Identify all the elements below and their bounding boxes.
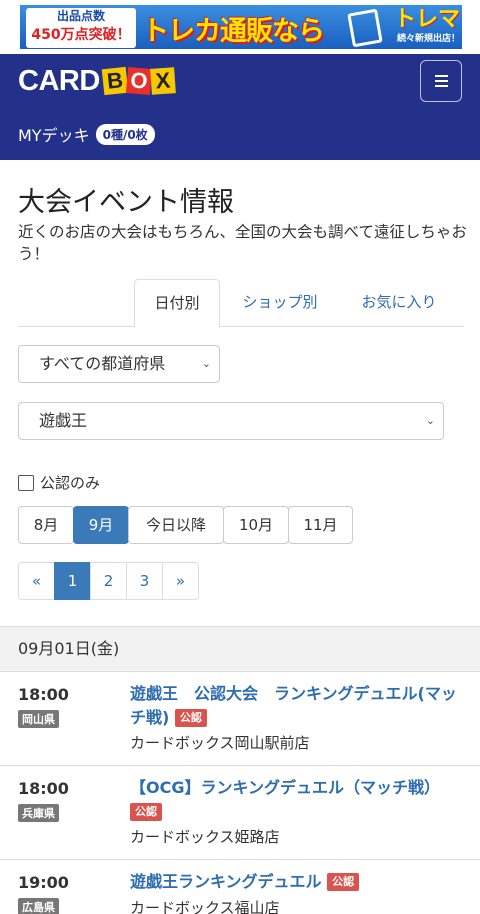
mydeck-link[interactable]: MYデッキ 0種/0枚 [18, 122, 155, 146]
prefecture-select-value: すべての都道府県 [39, 354, 166, 373]
event-title-link[interactable]: 【OCG】ランキングデュエル（マッチ戦） 公認 [130, 776, 465, 824]
chevron-down-icon: ⌄ [425, 414, 435, 427]
tab-by-shop[interactable]: ショップ別 [224, 279, 336, 327]
event-row[interactable]: 18:00 岡山県 遊戯王 公認大会 ランキングデュエル(マッチ戦) 公認 カー… [0, 672, 480, 766]
event-row[interactable]: 19:00 広島県 遊戯王ランキングデュエル 公認 カードボックス福山店 [0, 860, 480, 914]
event-prefecture-badge: 岡山県 [18, 710, 59, 728]
banner-subtext: 続々新規出店！ [396, 34, 460, 44]
pagination-page-3[interactable]: 3 [126, 562, 163, 600]
logo-box-letters: B O X [101, 66, 176, 96]
official-badge: 公認 [327, 873, 360, 891]
pagination-page-1[interactable]: 1 [54, 562, 91, 600]
site-header: CARD B O X MYデッキ 0種/0枚 [0, 54, 480, 160]
event-row[interactable]: 18:00 兵庫県 【OCG】ランキングデュエル（マッチ戦） 公認 カードボック… [0, 766, 480, 860]
event-title-link[interactable]: 遊戯王ランキングデュエル 公認 [130, 870, 465, 894]
tab-by-date[interactable]: 日付別 [134, 279, 220, 328]
banner-brand: トレマ [393, 7, 460, 32]
logo-letter: O [125, 67, 152, 95]
event-time: 18:00 [18, 685, 69, 704]
month-selector: 8月 9月 今日以降 10月 11月 [18, 506, 353, 544]
logo-word: CARD [18, 64, 100, 97]
logo-letter: B [101, 66, 129, 96]
event-shop: カードボックス岡山駅前店 [130, 734, 310, 752]
tab-favorites[interactable]: お気に入り [344, 279, 454, 327]
banner-headline: トレカ通販なら [142, 16, 325, 47]
game-select[interactable]: 遊戯王 ⌄ [18, 402, 444, 440]
official-only-filter[interactable]: 公認のみ [18, 472, 100, 493]
official-only-label: 公認のみ [40, 474, 101, 492]
hamburger-icon [434, 75, 448, 87]
month-button-sep[interactable]: 9月 [73, 506, 129, 544]
mydeck-label: MYデッキ [18, 126, 90, 145]
event-title-link[interactable]: 遊戯王 公認大会 ランキングデュエル(マッチ戦) 公認 [130, 682, 465, 730]
pagination-prev[interactable]: « [18, 562, 55, 600]
event-title: 【OCG】ランキングデュエル（マッチ戦） [130, 778, 440, 797]
event-prefecture-badge: 広島県 [18, 898, 59, 914]
event-shop: カードボックス福山店 [130, 899, 280, 914]
hamburger-menu-button[interactable] [420, 60, 462, 102]
official-badge: 公認 [174, 709, 207, 727]
official-only-checkbox[interactable] [18, 474, 34, 491]
ad-banner[interactable]: 出品点数 450万点突破！ トレカ通販なら トレマ 続々新規出店！ [18, 3, 464, 51]
event-time: 19:00 [18, 873, 69, 892]
month-button-today-onward[interactable]: 今日以降 [128, 506, 224, 544]
pagination-page-2[interactable]: 2 [90, 562, 127, 600]
page-description: 近くのお店の大会はもちろん、全国の大会も調べて遠征しちゃおう！ [18, 223, 467, 263]
logo-letter: X [149, 67, 176, 95]
event-title: 遊戯王ランキングデュエル [130, 872, 322, 891]
date-header: 09月01日(金) [0, 626, 480, 672]
pagination: « 1 2 3 » [18, 562, 199, 600]
page-title: 大会イベント情報 [18, 187, 234, 218]
banner-left-line1: 出品点数 [56, 9, 105, 23]
pagination-next[interactable]: » [162, 562, 199, 600]
event-time: 18:00 [18, 779, 69, 798]
prefecture-select[interactable]: すべての都道府県 ⌄ [18, 345, 220, 383]
banner-right-box: トレマ 続々新規出店！ [382, 7, 460, 45]
site-logo[interactable]: CARD B O X [18, 64, 176, 98]
official-badge: 公認 [130, 803, 162, 821]
chevron-down-icon: ⌄ [201, 357, 211, 370]
month-button-aug[interactable]: 8月 [18, 506, 74, 544]
view-tabs: 日付別 ショップ別 お気に入り [18, 279, 464, 328]
month-button-nov[interactable]: 11月 [288, 506, 353, 544]
banner-left-box: 出品点数 450万点突破！ [26, 8, 136, 48]
event-prefecture-badge: 兵庫県 [18, 804, 59, 822]
card-icon [347, 8, 383, 48]
month-button-oct[interactable]: 10月 [223, 506, 289, 544]
event-shop: カードボックス姫路店 [130, 828, 280, 846]
banner-left-line2: 450万点突破！ [31, 27, 131, 43]
mydeck-count-badge: 0種/0枚 [95, 123, 155, 145]
game-select-value: 遊戯王 [39, 411, 88, 430]
